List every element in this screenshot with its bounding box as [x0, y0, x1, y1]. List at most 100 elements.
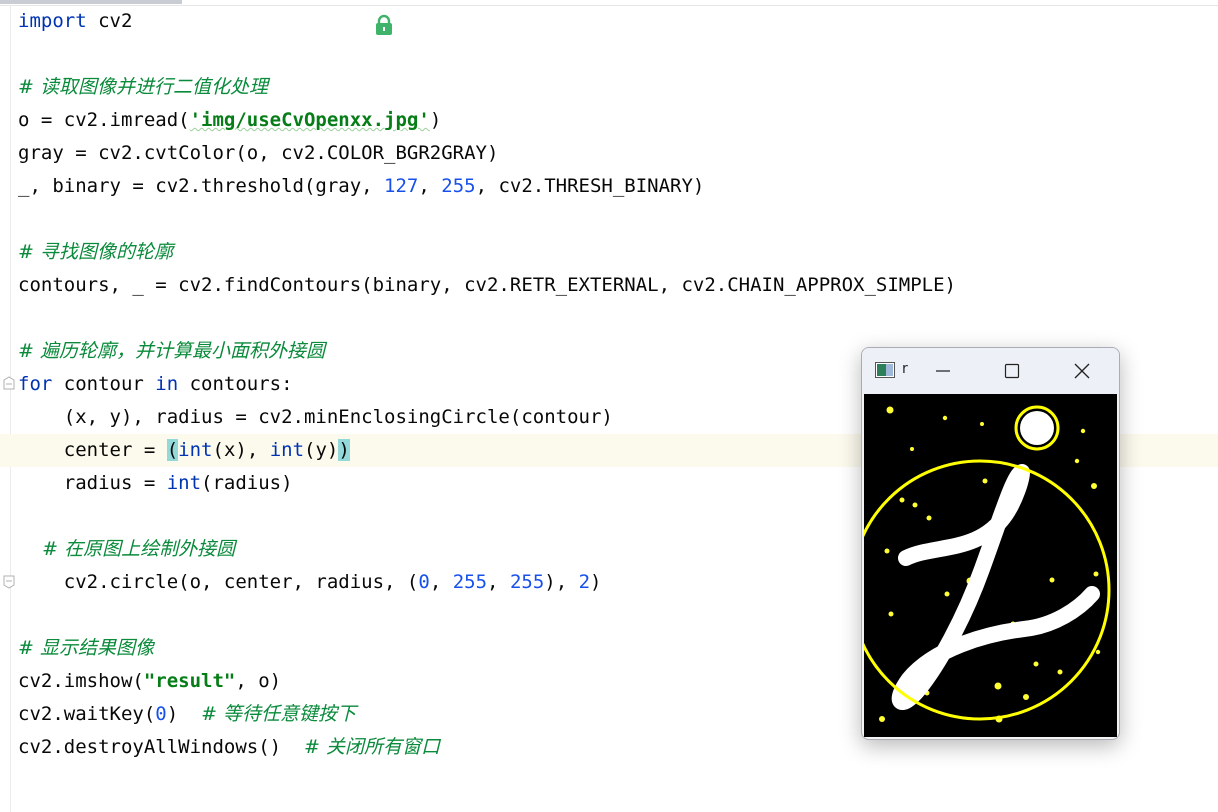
- code-token: radius =: [18, 472, 167, 494]
- code-token: (x, y), radius = cv2.minEnclosingCircle(…: [18, 406, 613, 428]
- code-line[interactable]: import cv2: [0, 5, 1218, 38]
- code-token: ,: [418, 175, 442, 197]
- code-token: (radius): [201, 472, 293, 494]
- code-line[interactable]: # 寻找图像的轮廓: [0, 236, 1218, 269]
- code-token: int: [178, 439, 213, 461]
- code-token: 在原图上绘制外接圆: [64, 538, 236, 560]
- code-line-text: cv2.circle(o, center, radius, (0, 255, 2…: [18, 566, 602, 599]
- code-line-text: import cv2: [18, 5, 132, 38]
- code-token: ): [429, 109, 442, 131]
- code-token: ),: [544, 571, 579, 593]
- code-token: o = cv2.imread(: [18, 109, 190, 131]
- code-line-text: radius = int(radius): [18, 467, 293, 500]
- close-button[interactable]: [1059, 348, 1105, 394]
- code-token: cv2.destroyAllWindows(): [18, 736, 304, 758]
- code-line-text: cv2.destroyAllWindows() # 关闭所有窗口: [18, 731, 440, 764]
- code-line-text: # 读取图像并进行二值化处理: [18, 71, 268, 104]
- code-token: 255: [441, 175, 476, 197]
- code-token: cv2.imshow(: [18, 670, 144, 692]
- code-token: (: [166, 439, 179, 461]
- code-token: int: [166, 472, 202, 494]
- code-line-text: cv2.waitKey(0) # 等待任意键按下: [18, 698, 356, 731]
- code-token: gray = cv2.cvtColor(o, cv2.COLOR_BGR2GRA…: [18, 142, 499, 164]
- code-token: #: [201, 703, 224, 725]
- code-token: "result": [143, 670, 236, 692]
- code-token: ): [590, 571, 602, 593]
- fold-start-icon[interactable]: [3, 376, 15, 390]
- code-line[interactable]: [0, 38, 1218, 71]
- code-token: 127: [384, 175, 419, 197]
- minimize-button[interactable]: [920, 348, 966, 394]
- code-token: _, binary = cv2.threshold(gray,: [18, 175, 385, 197]
- code-token: in: [155, 373, 179, 395]
- code-line[interactable]: [0, 203, 1218, 236]
- code-token: #: [18, 241, 40, 263]
- code-line[interactable]: [0, 302, 1218, 335]
- code-line-text: center = (int(x), int(y)): [18, 434, 350, 467]
- code-token: cv2.waitKey(: [18, 703, 156, 725]
- fold-end-icon[interactable]: [3, 575, 15, 589]
- code-token: ): [338, 439, 350, 461]
- active-tab-indicator[interactable]: [0, 0, 182, 4]
- code-line[interactable]: # 读取图像并进行二值化处理: [0, 71, 1218, 104]
- code-token: for: [18, 373, 53, 395]
- code-line-text: (x, y), radius = cv2.minEnclosingCircle(…: [18, 401, 613, 434]
- code-token: contours:: [178, 373, 293, 395]
- code-line-text: # 遍历轮廓，并计算最小面积外接圆: [18, 335, 325, 368]
- code-token: , o): [235, 670, 282, 692]
- code-token: ): [166, 703, 202, 725]
- code-token: 255: [509, 571, 545, 593]
- code-line-text: gray = cv2.cvtColor(o, cv2.COLOR_BGR2GRA…: [18, 137, 498, 170]
- code-token: contours, _ = cv2.findContours(binary, c…: [18, 274, 956, 296]
- maximize-button[interactable]: [989, 348, 1035, 394]
- minimize-icon: [936, 370, 950, 372]
- code-token: int: [269, 439, 305, 461]
- code-token: 0: [418, 571, 430, 593]
- code-token: 寻找图像的轮廓: [39, 241, 173, 263]
- window-titlebar[interactable]: r: [862, 348, 1119, 394]
- code-line-text: # 在原图上绘制外接圆: [18, 533, 235, 566]
- code-token: cv2: [86, 10, 133, 32]
- maximize-icon: [1004, 363, 1020, 379]
- code-token: (x),: [212, 439, 270, 461]
- code-token: 关闭所有窗口: [325, 736, 440, 758]
- code-token: #: [18, 637, 40, 659]
- close-icon: [1074, 363, 1090, 379]
- code-token: 遍历轮廓，并计算最小面积外接圆: [39, 340, 325, 362]
- code-line-text: cv2.imshow("result", o): [18, 665, 281, 698]
- code-line[interactable]: o = cv2.imread('img/useCvOpenxx.jpg'): [0, 104, 1218, 137]
- code-token: 读取图像并进行二值化处理: [39, 76, 268, 98]
- code-line-text: # 寻找图像的轮廓: [18, 236, 173, 269]
- result-image: [864, 394, 1117, 737]
- code-line[interactable]: gray = cv2.cvtColor(o, cv2.COLOR_BGR2GRA…: [0, 137, 1218, 170]
- code-line[interactable]: _, binary = cv2.threshold(gray, 127, 255…: [0, 170, 1218, 203]
- code-token: 'img/useCvOpenxx.jpg': [189, 109, 430, 131]
- moon-shape: [1020, 411, 1054, 445]
- code-token: , cv2.THRESH_BINARY): [475, 175, 705, 197]
- code-token: 2: [578, 571, 591, 593]
- code-token: 显示结果图像: [39, 637, 154, 659]
- window-app-icon: [875, 362, 895, 378]
- code-token: 等待任意键按下: [223, 703, 357, 725]
- code-line-text: o = cv2.imread('img/useCvOpenxx.jpg'): [18, 104, 441, 137]
- code-token: ,: [487, 571, 510, 593]
- code-token: #: [303, 736, 326, 758]
- code-token: #: [18, 76, 40, 98]
- code-line-text: _, binary = cv2.threshold(gray, 127, 255…: [18, 170, 704, 203]
- window-title: r: [902, 361, 908, 377]
- code-line-text: contours, _ = cv2.findContours(binary, c…: [18, 269, 956, 302]
- code-line-text: # 显示结果图像: [18, 632, 154, 665]
- code-token: #: [18, 340, 40, 362]
- code-line-text: for contour in contours:: [18, 368, 293, 401]
- code-token: #: [18, 538, 65, 560]
- code-token: import: [18, 10, 87, 32]
- code-token: cv2.circle(o, center, radius, (: [18, 571, 419, 593]
- code-line[interactable]: contours, _ = cv2.findContours(binary, c…: [0, 269, 1218, 302]
- code-token: (y): [304, 439, 339, 461]
- result-window[interactable]: r: [861, 347, 1120, 740]
- code-token: 255: [452, 571, 488, 593]
- code-token: ,: [429, 571, 453, 593]
- code-token: contour: [52, 373, 156, 395]
- code-token: 0: [155, 703, 167, 725]
- code-token: center =: [18, 439, 167, 461]
